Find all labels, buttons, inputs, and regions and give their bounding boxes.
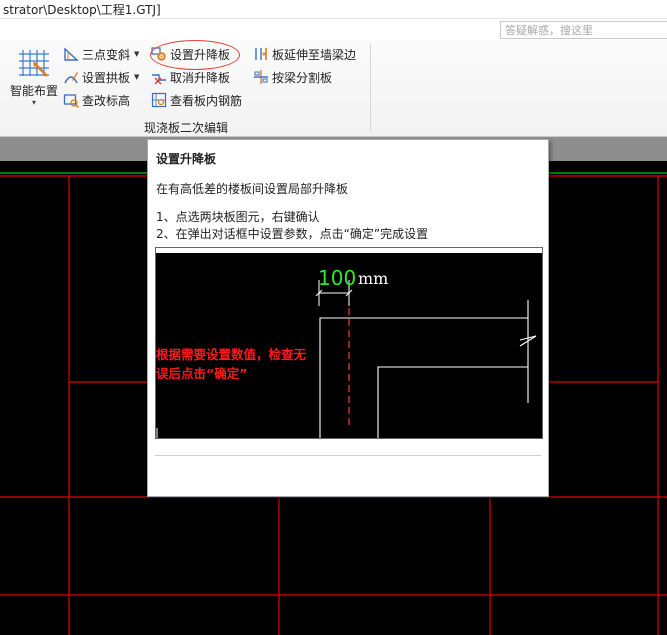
smart-layout-button[interactable]: 智能布置 ▾ <box>8 46 60 114</box>
window-title: strator\Desktop\工程1.GTJ] <box>3 3 161 17</box>
dimension-value: 100 <box>318 266 357 290</box>
search-input[interactable] <box>500 21 667 39</box>
ribbon: 智能布置 ▾ 三点变斜 ▼ 设置拱板 ▼ 查改标高 设置升降板 取消升降板 查看… <box>0 40 667 137</box>
tooltip-title: 设置升降板 <box>156 152 217 166</box>
set-raise-lower-label: 设置升降板 <box>170 47 231 62</box>
dimension-unit: mm <box>358 269 389 288</box>
split-by-beam-button[interactable]: 按梁分割板 <box>253 67 332 87</box>
view-slab-rebar-button[interactable]: 查看板内钢筋 <box>151 90 242 110</box>
illustration-note: 根据需要设置数值，检查无误后点击“确定” <box>156 347 307 381</box>
tooltip-step-1: 1、点选两块板图元，右键确认 <box>156 210 320 224</box>
tooltip-panel: 设置升降板 在有高低差的楼板间设置局部升降板 1、点选两块板图元，右键确认 2、… <box>147 139 549 497</box>
cancel-slab-icon <box>152 74 166 85</box>
cancel-raise-lower-slab-button[interactable]: 取消升降板 <box>151 67 230 87</box>
set-raise-lower-slab-button[interactable]: 设置升降板 <box>151 44 230 64</box>
smart-layout-label: 智能布置 <box>9 84 58 98</box>
tooltip-description: 在有高低差的楼板间设置局部升降板 <box>156 182 349 196</box>
extend-slab-to-wall-button[interactable]: 板延伸至墙梁边 <box>253 44 356 64</box>
tooltip-divider <box>155 455 541 456</box>
extend-icon <box>255 48 267 60</box>
arch-pen-icon <box>64 72 78 84</box>
tooltip-step-2: 2、在弹出对话框中设置参数，点击“确定”完成设置 <box>156 227 429 241</box>
set-arch-slab-button[interactable]: 设置拱板 ▼ <box>63 67 139 87</box>
chevron-down-icon: ▾ <box>31 98 36 107</box>
dropdown-arrow-icon: ▼ <box>134 50 140 58</box>
gear-slab-icon <box>151 47 166 61</box>
search-bar <box>0 19 667 40</box>
three-point-slope-label: 三点变斜 <box>82 47 131 62</box>
extend-slab-to-wall-label: 板延伸至墙梁边 <box>272 47 357 62</box>
set-arch-slab-label: 设置拱板 <box>82 70 131 85</box>
ribbon-group-label: 现浇板二次编辑 <box>144 121 229 135</box>
elevation-check-icon <box>63 94 79 108</box>
grid-layout-icon <box>19 50 49 77</box>
split-by-beam-label: 按梁分割板 <box>272 70 333 85</box>
check-elevation-button[interactable]: 查改标高 <box>63 90 130 110</box>
ribbon-separator <box>370 44 371 132</box>
dropdown-arrow-icon: ▼ <box>134 73 140 81</box>
slope-icon <box>64 47 79 61</box>
tooltip-illustration: 100 mm 根据需要设置数值，检查无误后点击“确定” <box>155 247 543 439</box>
split-icon <box>254 70 268 84</box>
view-slab-rebar-label: 查看板内钢筋 <box>170 93 243 108</box>
cancel-raise-lower-label: 取消升降板 <box>170 70 231 85</box>
three-point-slope-button[interactable]: 三点变斜 ▼ <box>63 44 139 64</box>
check-elevation-label: 查改标高 <box>82 93 131 108</box>
title-bar: strator\Desktop\工程1.GTJ] <box>0 0 667 19</box>
rebar-view-icon <box>151 92 167 108</box>
